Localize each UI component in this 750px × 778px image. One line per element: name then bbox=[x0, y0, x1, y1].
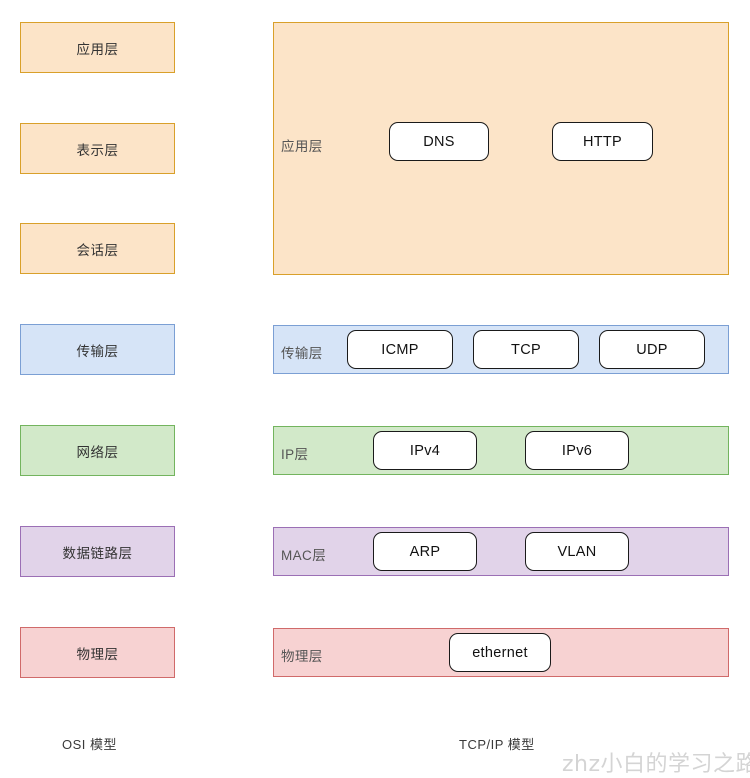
osi-layer-session: 会话层 bbox=[20, 223, 175, 274]
protocol-http[interactable]: HTTP bbox=[552, 122, 653, 161]
caption-osi: OSI 模型 bbox=[62, 737, 118, 752]
tcpip-layer-label: 物理层 bbox=[281, 649, 323, 664]
caption-tcpip: TCP/IP 模型 bbox=[459, 737, 535, 752]
tcpip-layer-label: MAC层 bbox=[281, 548, 327, 563]
protocol-icmp[interactable]: ICMP bbox=[347, 330, 453, 369]
protocol-label: IPv4 bbox=[409, 442, 441, 459]
protocol-tcp[interactable]: TCP bbox=[473, 330, 579, 369]
diagram-canvas: 应用层 表示层 会话层 传输层 网络层 数据链路层 物理层 应用层 DNS HT… bbox=[0, 0, 750, 777]
osi-layer-label: 网络层 bbox=[76, 444, 119, 460]
tcpip-layer-label: 传输层 bbox=[281, 346, 323, 361]
tcpip-layer-application: 应用层 bbox=[273, 22, 729, 275]
protocol-label: ethernet bbox=[472, 644, 528, 661]
osi-layer-transport: 传输层 bbox=[20, 324, 175, 375]
osi-layer-application: 应用层 bbox=[20, 22, 175, 73]
protocol-arp[interactable]: ARP bbox=[373, 532, 477, 571]
protocol-label: IPv6 bbox=[561, 442, 593, 459]
protocol-ethernet[interactable]: ethernet bbox=[449, 633, 551, 672]
osi-layer-physical: 物理层 bbox=[20, 627, 175, 678]
tcpip-layer-mac: MAC层 bbox=[273, 527, 729, 576]
protocol-dns[interactable]: DNS bbox=[389, 122, 489, 161]
protocol-label: ICMP bbox=[381, 341, 419, 358]
protocol-label: HTTP bbox=[582, 133, 623, 150]
osi-layer-label: 数据链路层 bbox=[62, 545, 133, 561]
protocol-label: ARP bbox=[409, 543, 441, 560]
osi-layer-label: 物理层 bbox=[76, 646, 119, 662]
osi-layer-label: 应用层 bbox=[76, 41, 119, 57]
protocol-udp[interactable]: UDP bbox=[599, 330, 705, 369]
protocol-label: VLAN bbox=[557, 543, 597, 560]
protocol-label: TCP bbox=[511, 341, 541, 358]
osi-layer-label: 传输层 bbox=[76, 343, 119, 359]
osi-layer-label: 会话层 bbox=[76, 242, 119, 258]
protocol-label: UDP bbox=[636, 341, 668, 358]
tcpip-layer-label: IP层 bbox=[281, 447, 309, 462]
osi-layer-network: 网络层 bbox=[20, 425, 175, 476]
tcpip-layer-label: 应用层 bbox=[281, 139, 323, 154]
protocol-ipv6[interactable]: IPv6 bbox=[525, 431, 629, 470]
protocol-label: DNS bbox=[423, 133, 455, 150]
osi-layer-data-link: 数据链路层 bbox=[20, 526, 175, 577]
watermark: zhz小白的学习之路 bbox=[562, 752, 750, 777]
protocol-ipv4[interactable]: IPv4 bbox=[373, 431, 477, 470]
osi-layer-presentation: 表示层 bbox=[20, 123, 175, 174]
osi-layer-label: 表示层 bbox=[76, 142, 119, 158]
tcpip-layer-ip: IP层 bbox=[273, 426, 729, 475]
protocol-vlan[interactable]: VLAN bbox=[525, 532, 629, 571]
